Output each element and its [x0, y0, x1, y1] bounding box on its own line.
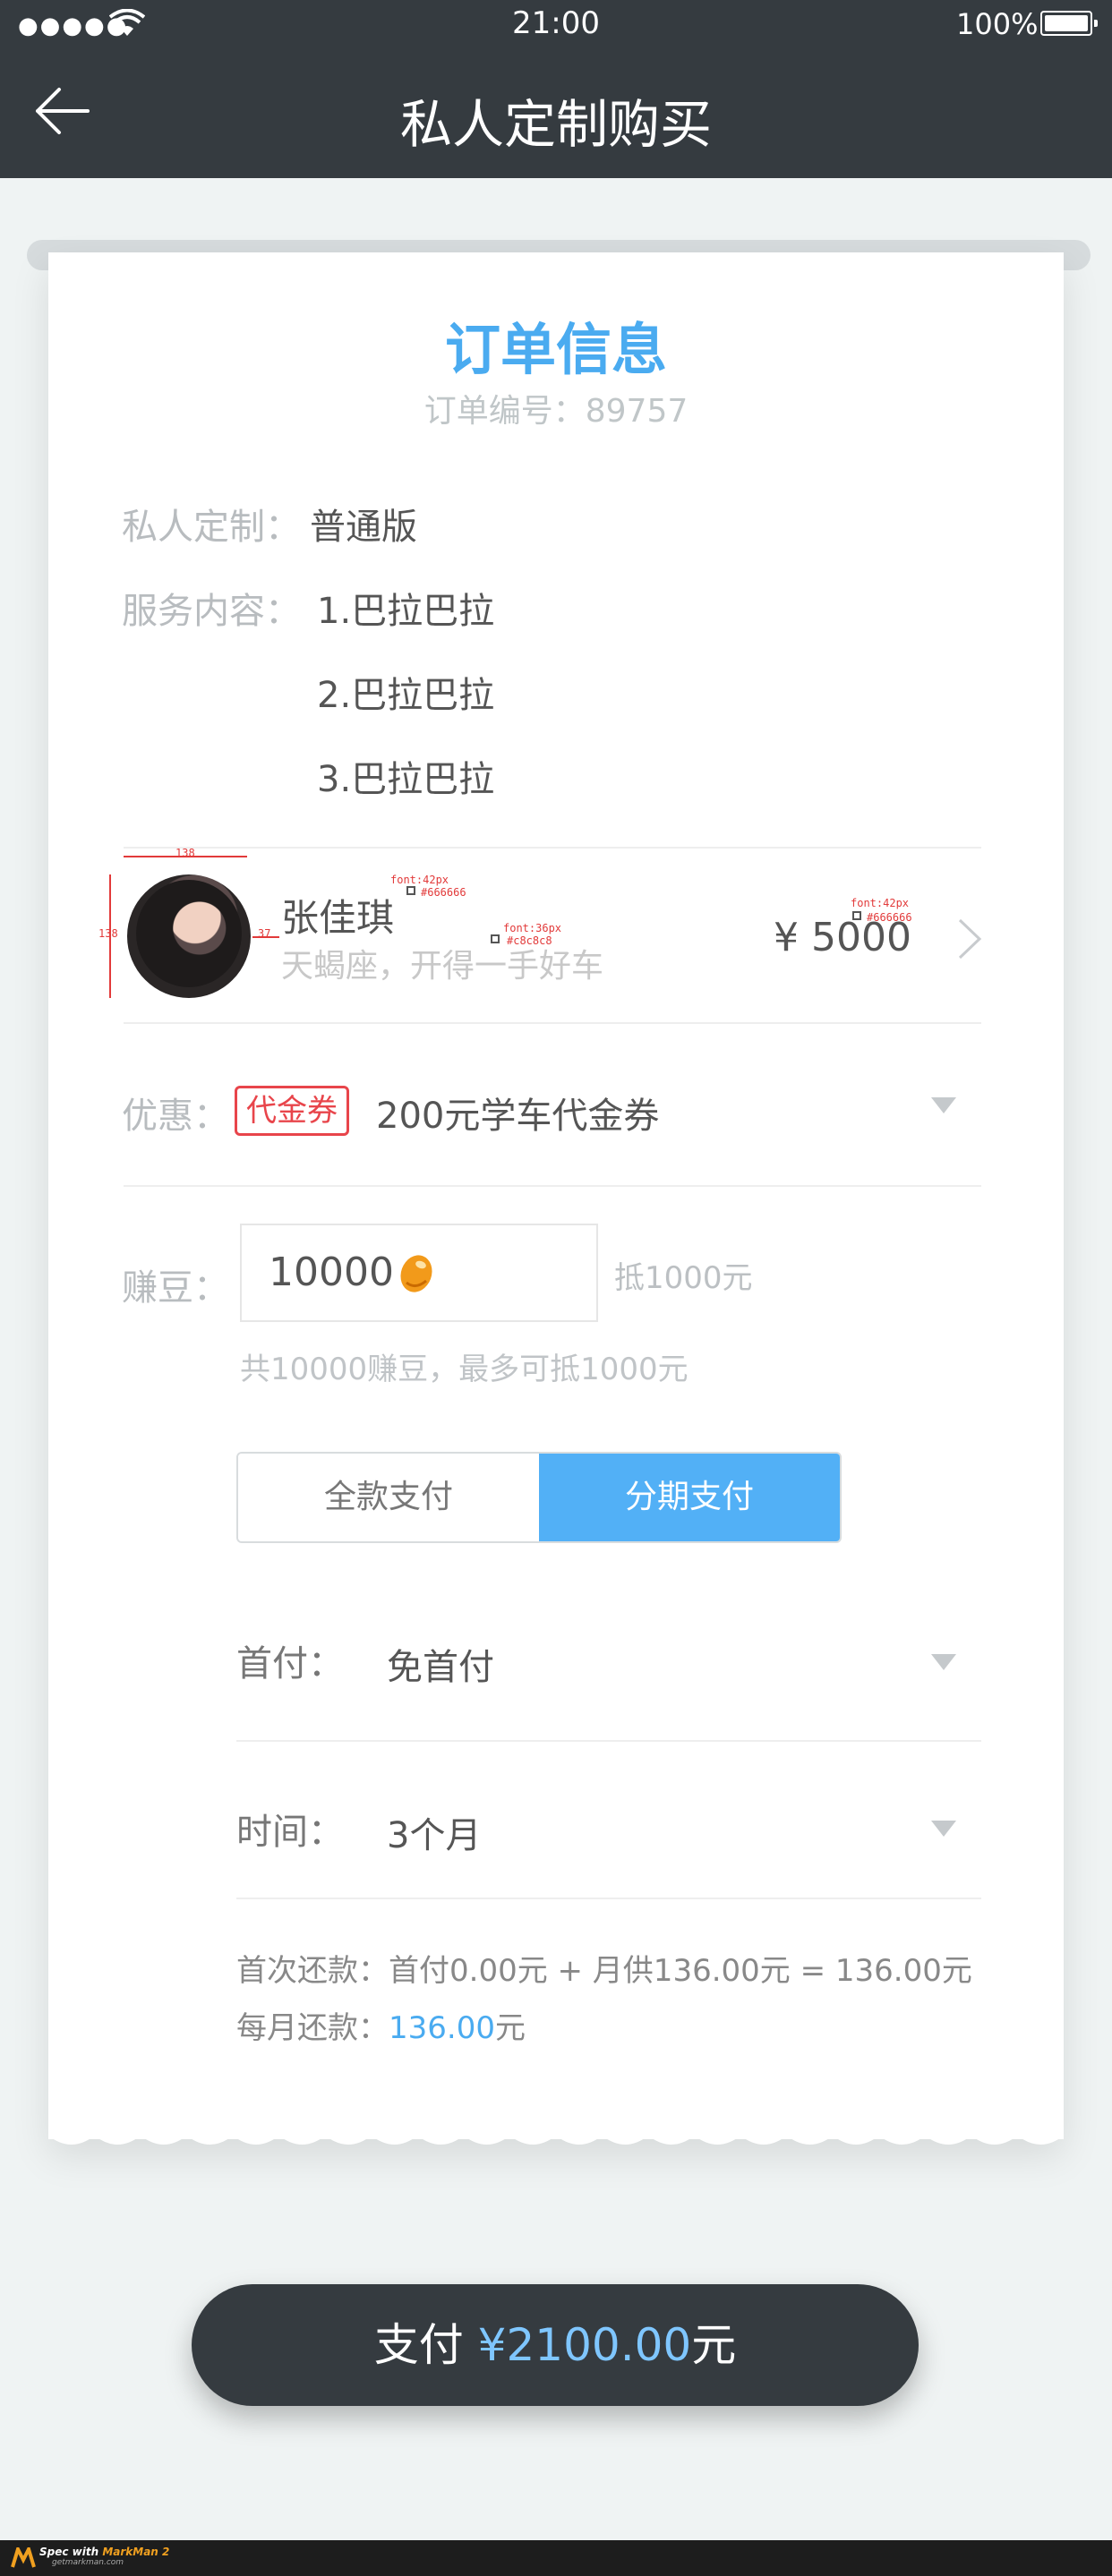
coupon-label: 优惠：	[122, 1096, 229, 1137]
beans-hint: 共10000赚豆，最多可抵1000元	[240, 1352, 689, 1387]
term-label: 时间：	[236, 1812, 344, 1853]
plan-value: 普通版	[310, 507, 417, 548]
page-title: 私人定制购买	[399, 94, 712, 155]
markman-logo-icon	[11, 2547, 36, 2568]
service-item: 1.巴拉巴拉	[317, 591, 495, 632]
service-item: 2.巴拉巴拉	[317, 675, 495, 716]
down-payment-label: 首付：	[236, 1643, 344, 1685]
spec-gap-label: 37	[258, 927, 271, 940]
dropdown-caret-icon[interactable]	[931, 1654, 956, 1670]
bean-icon	[400, 1255, 432, 1292]
pay-amount: ¥2100.00	[477, 2319, 692, 2371]
spec-font-label: font:42px	[390, 874, 449, 886]
monthly-unit: 元	[494, 2010, 526, 2046]
pay-button[interactable]: 支付 ¥2100.00元	[192, 2284, 919, 2406]
markman-site: getmarkman.com	[52, 2558, 124, 2567]
scalloped-edge	[48, 2123, 1064, 2145]
divider	[124, 1185, 981, 1187]
spec-color-label: #666666	[421, 886, 466, 899]
spec-color-label: #666666	[867, 911, 912, 924]
beans-label: 赚豆：	[122, 1267, 229, 1309]
plan-label: 私人定制：	[122, 507, 301, 548]
chevron-right-icon[interactable]	[956, 917, 983, 961]
down-payment-select[interactable]: 免首付	[387, 1638, 494, 1690]
installment-payment-tab[interactable]: 分期支付	[539, 1454, 840, 1541]
divider	[124, 1022, 981, 1024]
term-select[interactable]: 3个月	[387, 1806, 481, 1858]
payment-mode-toggle: 全款支付 分期支付	[236, 1452, 842, 1543]
spec-font-label: font:36px	[503, 922, 562, 934]
monthly-label: 每月还款：	[236, 2010, 389, 2046]
spec-marker	[406, 886, 415, 895]
dropdown-caret-icon[interactable]	[931, 1097, 956, 1113]
full-payment-tab[interactable]: 全款支付	[238, 1454, 539, 1541]
spec-font-label: font:42px	[851, 897, 910, 909]
divider	[124, 847, 981, 849]
markman-credit: Spec with MarkMan 2	[39, 2546, 169, 2558]
spec-color-label: #c8c8c8	[507, 934, 552, 947]
spec-height-label: 138	[98, 927, 118, 940]
coupon-badge: 代金券	[235, 1086, 349, 1136]
order-title: 订单信息	[444, 317, 667, 382]
monthly-amount: 136.00	[389, 2010, 495, 2046]
avatar[interactable]	[127, 874, 251, 998]
order-number: 订单编号：89757	[423, 393, 689, 430]
coupon-select[interactable]: 200元学车代金券	[376, 1087, 659, 1139]
markman-brand: MarkMan 2	[102, 2546, 170, 2558]
user-name: 张佳琪	[281, 896, 395, 940]
battery-percent: 100%	[956, 7, 1039, 41]
monthly-repayment: 每月还款：136.00元	[236, 2003, 526, 2047]
spec-width-label: 138	[175, 847, 195, 859]
pay-label: 支付	[373, 2319, 464, 2371]
spec-marker	[491, 934, 500, 943]
beans-deduct: 抵1000元	[614, 1260, 753, 1296]
service-label: 服务内容：	[122, 591, 301, 632]
spec-marker	[852, 911, 861, 920]
user-description: 天蝎座，开得一手好车	[281, 948, 604, 985]
dropdown-caret-icon[interactable]	[931, 1821, 956, 1837]
status-time: 21:00	[512, 5, 600, 41]
first-repayment: 首次还款：首付0.00元 + 月供136.00元 = 136.00元	[236, 1953, 972, 1989]
pay-unit: 元	[691, 2319, 737, 2371]
divider	[236, 1740, 981, 1742]
service-item: 3.巴拉巴拉	[317, 759, 495, 800]
markman-credit-text: Spec with	[39, 2546, 103, 2558]
divider	[236, 1898, 981, 1899]
battery-icon	[1040, 11, 1098, 36]
